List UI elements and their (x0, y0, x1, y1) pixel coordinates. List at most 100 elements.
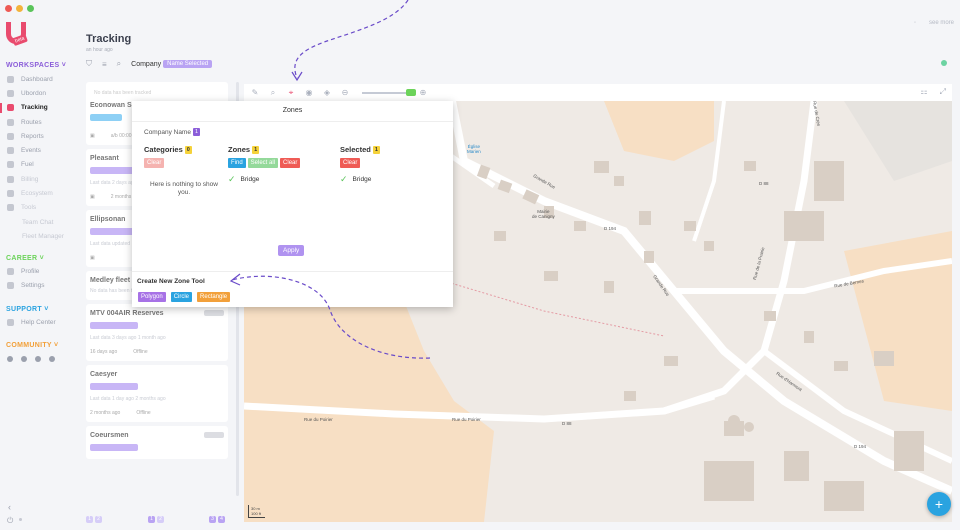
list-item[interactable]: MTV 004AIR Reserves Last data 3 days ago… (86, 304, 228, 361)
sidebar-item-reports[interactable]: Reports (0, 129, 80, 143)
sidebar-subitem-fleet-manager[interactable]: Fleet Manager (0, 229, 80, 243)
pager-button[interactable]: 1 (86, 516, 93, 523)
filter-bar: ⛉ ≡ ⌕ Company Name Selected (86, 57, 213, 71)
pager-button[interactable]: 3 (209, 516, 216, 523)
selected-count-badge: 1 (372, 145, 380, 154)
instagram-icon[interactable] (49, 356, 55, 362)
card-tag (90, 444, 138, 451)
selected-list-item[interactable]: ✓ Bridge (340, 175, 380, 184)
zone-list-item[interactable]: ✓ Bridge (228, 175, 300, 184)
facebook-icon[interactable] (7, 356, 13, 362)
card-meta-text: 16 days ago (90, 349, 118, 355)
card-badge (204, 432, 224, 438)
card-tag (90, 322, 138, 329)
pager-button[interactable]: 4 (218, 516, 225, 523)
pager-button[interactable]: 2 (95, 516, 102, 523)
zones-select-all-button[interactable]: Select all (247, 158, 279, 168)
list-item[interactable]: Coeursmen (86, 426, 228, 459)
zoom-out-icon[interactable]: ⊖ (340, 88, 350, 98)
calendar-icon: ▣ (90, 133, 95, 139)
card-tag (90, 228, 138, 235)
sort-icon[interactable]: ≡ (102, 60, 107, 69)
chevron-down-icon: ˅ (54, 342, 59, 349)
sidebar-item-profile[interactable]: Profile (0, 264, 80, 278)
road-label: D 88 (562, 421, 572, 426)
zoom-slider-handle[interactable] (406, 88, 416, 96)
polygon-tool-button[interactable]: Polygon (138, 292, 166, 302)
map-toolbar: ✎ ⌕ ⌖ ◉ ◈ ⊖ ⊕ ⚏ ⤢ (244, 84, 952, 101)
chat-icon[interactable] (35, 356, 41, 362)
zones-dialog: Zones Company Name 1 Categories 0 Clear H… (132, 101, 453, 307)
zoom-in-icon[interactable]: ⊕ (418, 88, 428, 98)
divider (132, 271, 453, 272)
community-header[interactable]: COMMUNITY ˅ (6, 342, 58, 349)
career-header[interactable]: CAREER ˅ (6, 255, 44, 262)
list-pager-left: 1 2 (86, 516, 102, 523)
sidebar-item-fuel[interactable]: Fuel (0, 158, 80, 172)
search-icon[interactable]: ⌕ (117, 59, 121, 69)
devices-icon (7, 89, 14, 97)
sidebar-item-label: Ubordon (21, 89, 46, 97)
traffic-icon[interactable]: ⚏ (920, 87, 927, 97)
street-label: Rue du Poirier (304, 417, 333, 422)
map-scale: 30 m 100 ft (248, 505, 266, 518)
sidebar-item-settings[interactable]: Settings (0, 278, 80, 292)
search-icon[interactable]: ⌕ (268, 88, 278, 98)
categories-empty-message: Here is nothing to show you. (150, 181, 218, 196)
divider (132, 121, 453, 122)
notification-icon[interactable]: ◦ (914, 20, 916, 26)
sidebar-item-help-center[interactable]: Help Center (0, 315, 80, 329)
layers-icon[interactable]: ◈ (322, 88, 332, 98)
rectangle-tool-button[interactable]: Rectangle (197, 292, 231, 302)
card-title: Caesyer (90, 371, 118, 378)
sidebar-item-label: Settings (21, 281, 45, 289)
power-icon[interactable]: ⏻ (7, 516, 13, 526)
zones-pin-icon[interactable]: ⌖ (286, 88, 296, 98)
zone-item-label: Bridge (240, 175, 260, 183)
card-hint: No data has been tracked (94, 90, 152, 96)
sidebar-item-billing[interactable]: Billing (0, 172, 80, 186)
company-filter-chip[interactable]: Name Selected (163, 60, 213, 68)
support-header[interactable]: SUPPORT ˅ (6, 306, 49, 313)
apply-button[interactable]: Apply (278, 245, 305, 256)
zones-find-button[interactable]: Find (228, 158, 246, 168)
sidebar-item-dashboard[interactable]: Dashboard (0, 72, 80, 86)
sidebar-item-events[interactable]: Events (0, 143, 80, 157)
add-button[interactable]: + (927, 492, 951, 516)
annotation-arrow-top (294, 0, 409, 79)
sidebar-item-tracking[interactable]: Tracking (0, 101, 80, 115)
sidebar-subitem-team-chat[interactable]: Team Chat (0, 215, 80, 229)
annotation-arrowhead-top (291, 71, 303, 82)
location-pin-icon[interactable]: ◉ (304, 88, 314, 98)
chevron-down-icon: ˅ (61, 62, 67, 69)
sidebar-item-label: Events (21, 147, 41, 155)
fullscreen-icon[interactable]: ⤢ (940, 87, 946, 97)
dashboard-icon (7, 75, 14, 83)
sidebar-item-ubordon[interactable]: Ubordon (0, 86, 80, 100)
sidebar-item-routes[interactable]: Routes (0, 115, 80, 129)
twitter-icon[interactable] (21, 356, 27, 362)
filter-icon[interactable]: ⛉ (86, 59, 92, 69)
collapse-sidebar-icon[interactable]: ‹ (8, 502, 11, 512)
zones-label: Zones (228, 145, 251, 154)
categories-column: Categories 0 Clear Here is nothing to sho… (144, 145, 224, 197)
selected-clear-button[interactable]: Clear (340, 158, 361, 168)
connection-status-dot (941, 60, 947, 66)
workspaces-header[interactable]: WORKSPACES ˅ (6, 62, 66, 69)
zones-clear-button[interactable]: Clear (280, 158, 301, 168)
pager-button[interactable]: 1 (148, 516, 155, 523)
pencil-icon[interactable]: ✎ (250, 88, 260, 98)
circle-tool-button[interactable]: Circle (170, 292, 193, 302)
community-links (7, 356, 55, 362)
sidebar-item-tools[interactable]: Tools (0, 201, 80, 215)
list-item[interactable]: Caesyer Last data 1 day ago 2 months ago… (86, 365, 228, 422)
zoom-slider[interactable] (362, 88, 416, 96)
app-logo[interactable]: beta (6, 22, 28, 48)
road-label: D 194 (854, 444, 867, 449)
pager-button[interactable]: 2 (157, 516, 164, 523)
see-more-link[interactable]: see more (929, 20, 954, 26)
sidebar-item-ecosystem[interactable]: Ecosystem (0, 186, 80, 200)
calendar-icon: ▣ (90, 255, 95, 261)
categories-clear-button[interactable]: Clear (144, 158, 165, 168)
scale-feet: 100 ft (251, 511, 262, 516)
